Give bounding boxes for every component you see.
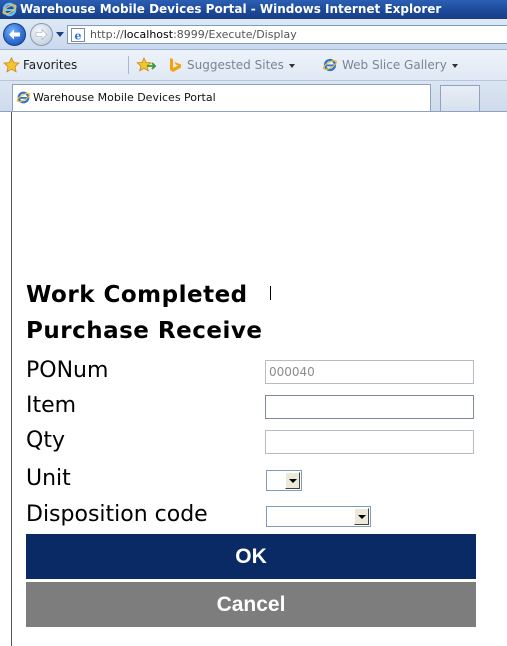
chevron-down-icon[interactable] (285, 472, 300, 489)
disposition-code-label: Disposition code (26, 502, 208, 527)
ie-logo-icon (16, 91, 31, 104)
address-input[interactable]: e http://localhost:8999/Execute/Display (67, 25, 507, 44)
qty-field[interactable] (265, 430, 474, 454)
recent-pages-dropdown[interactable] (56, 32, 64, 37)
chevron-down-icon (451, 63, 458, 68)
qty-label: Qty (26, 428, 65, 453)
bing-icon (170, 58, 181, 72)
favorites-separator (128, 56, 129, 74)
favorites-star-icon (3, 57, 20, 73)
url-text: http://localhost:8999/Execute/Display (90, 28, 297, 41)
unit-select[interactable] (266, 470, 302, 491)
ponum-label: PONum (26, 358, 109, 383)
forward-arrow-icon (35, 28, 48, 41)
tab-row: Warehouse Mobile Devices Portal (0, 81, 507, 112)
ie-logo-icon (2, 2, 17, 17)
cancel-button[interactable]: Cancel (26, 582, 476, 627)
ponum-field[interactable] (265, 360, 474, 384)
disposition-code-select[interactable] (266, 506, 371, 527)
address-bar: e http://localhost:8999/Execute/Display (0, 19, 507, 50)
add-favorite-icon (136, 57, 156, 72)
text-caret (270, 286, 271, 300)
chevron-down-icon[interactable] (354, 508, 369, 525)
item-field[interactable] (265, 395, 474, 419)
back-button[interactable] (3, 23, 26, 46)
add-to-favorites-bar-button[interactable] (136, 50, 158, 80)
tab-warehouse-portal[interactable]: Warehouse Mobile Devices Portal (12, 84, 431, 111)
unit-label: Unit (26, 466, 71, 491)
frame-border (11, 112, 12, 646)
window-title-bar: Warehouse Mobile Devices Portal - Window… (0, 0, 507, 19)
new-tab-button[interactable] (440, 85, 480, 111)
window-title: Warehouse Mobile Devices Portal - Window… (20, 2, 442, 16)
item-label: Item (26, 393, 77, 418)
page-icon: e (71, 28, 85, 43)
ok-button[interactable]: OK (26, 534, 476, 579)
chevron-down-icon (288, 63, 295, 68)
favorites-bar: Favorites Suggested Sites Web Slice Gall… (0, 50, 507, 81)
back-arrow-icon (9, 29, 20, 40)
ie-page-icon (322, 58, 338, 72)
page-heading-work-completed: Work Completed (26, 282, 248, 308)
page-heading-purchase-receive: Purchase Receive (26, 318, 263, 344)
forward-button[interactable] (30, 23, 53, 46)
svg-text:e: e (75, 30, 82, 43)
page-content: Work Completed Purchase Receive PONum It… (0, 112, 507, 646)
